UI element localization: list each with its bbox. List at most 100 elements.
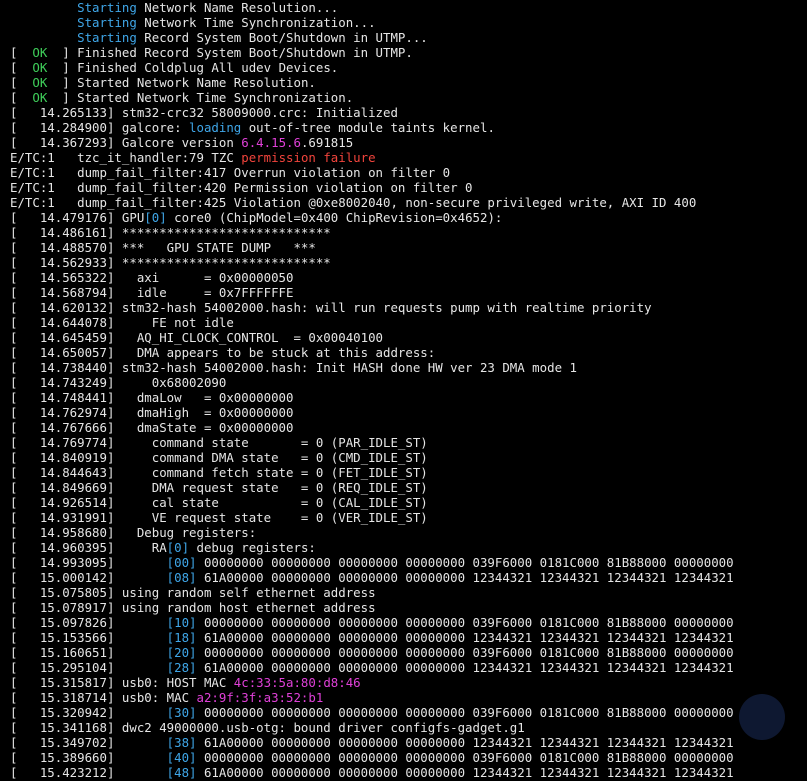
console-text: [ 14.562933] ***************************… xyxy=(10,255,331,270)
console-line: [ 14.284900] galcore: loading out-of-tre… xyxy=(10,120,807,135)
console-text: [ 14.265133] stm32-crc32 58009000.crc: I… xyxy=(10,105,398,120)
console-text: [ 15.000142] xyxy=(10,570,167,585)
console-text: [ 14.767666] dmaState = 0x00000000 xyxy=(10,420,294,435)
console-line: Starting Network Name Resolution... xyxy=(10,0,807,15)
console-text: [ 14.644078] FE not idle xyxy=(10,315,234,330)
console-text: 61A00000 00000000 00000000 00000000 1234… xyxy=(196,765,734,780)
console-text: [ 14.931991] VE request state = 0 (VER_I… xyxy=(10,510,428,525)
console-text: [ 14.993095] xyxy=(10,555,167,570)
console-text: 6.4.15.6 xyxy=(241,135,301,150)
console-text: 61A00000 00000000 00000000 00000000 1234… xyxy=(196,735,734,750)
console-text: [ 14.769774] command state = 0 (PAR_IDLE… xyxy=(10,435,428,450)
console-text: [ xyxy=(10,75,33,90)
console-text: core0 (ChipModel=0x400 ChipRevision=0x46… xyxy=(166,210,503,225)
console-text: [ 14.565322] axi = 0x00000050 xyxy=(10,270,294,285)
console-line: [ OK ] Started Network Name Resolution. xyxy=(10,75,807,90)
console-log: Starting Network Name Resolution... Star… xyxy=(10,0,807,780)
console-text: [ 15.097826] xyxy=(10,615,167,630)
console-line: [ 15.341168] dwc2 49000000.usb-otg: boun… xyxy=(10,720,807,735)
console-text: .691815 xyxy=(300,135,354,150)
console-text: [ 15.315817] usb0: HOST MAC xyxy=(10,675,234,690)
console-line: [ 15.318714] usb0: MAC a2:9f:3f:a3:52:b1 xyxy=(10,690,807,705)
console-text: 00000000 00000000 00000000 00000000 039F… xyxy=(196,705,734,720)
console-text: 00000000 00000000 00000000 00000000 039F… xyxy=(196,645,734,660)
console-text: ] Started Network Time Synchronization. xyxy=(47,90,354,105)
console-text: 00000000 00000000 00000000 00000000 039F… xyxy=(196,555,734,570)
console-line: [ OK ] Finished Coldplug All udev Device… xyxy=(10,60,807,75)
console-text: [38] xyxy=(166,735,197,750)
console-text: out-of-tree module taints kernel. xyxy=(241,120,495,135)
console-line: [ 14.562933] ***************************… xyxy=(10,255,807,270)
console-text: [ 15.320942] xyxy=(10,705,167,720)
console-text: [ 14.958680] Debug registers: xyxy=(10,525,257,540)
console-line: [ 14.486161] ***************************… xyxy=(10,225,807,240)
console-line: [ 15.389660] [40] 00000000 00000000 0000… xyxy=(10,750,807,765)
console-text: [ 14.486161] ***************************… xyxy=(10,225,331,240)
console-text: [0] xyxy=(166,540,190,555)
console-text: [48] xyxy=(166,765,197,780)
console-line: [ 15.153566] [18] 61A00000 00000000 0000… xyxy=(10,630,807,645)
console-line: [ 14.620132] stm32-hash 54002000.hash: w… xyxy=(10,300,807,315)
console-line: [ 15.097826] [10] 00000000 00000000 0000… xyxy=(10,615,807,630)
console-text: [ 15.295104] xyxy=(10,660,167,675)
console-text: [ 14.926514] cal state = 0 (CAL_IDLE_ST) xyxy=(10,495,428,510)
console-text: Network Name Resolution... xyxy=(136,0,339,15)
console-text: [ 14.620132] stm32-hash 54002000.hash: w… xyxy=(10,300,652,315)
console-text: [ xyxy=(10,45,33,60)
console-text: [00] xyxy=(166,555,197,570)
terminal-window[interactable]: Starting Network Name Resolution... Star… xyxy=(0,0,807,781)
console-text: permission failure xyxy=(241,150,376,165)
console-text: OK xyxy=(32,45,48,60)
console-text: Starting xyxy=(77,30,137,45)
console-text: [ 15.160651] xyxy=(10,645,167,660)
console-text: [28] xyxy=(166,660,197,675)
console-text: E/TC:1 dump_fail_filter:417 Overrun viol… xyxy=(10,165,451,180)
console-line: E/TC:1 dump_fail_filter:425 Violation @0… xyxy=(10,195,807,210)
console-text: 61A00000 00000000 00000000 00000000 1234… xyxy=(196,660,734,675)
console-line: [ 14.926514] cal state = 0 (CAL_IDLE_ST) xyxy=(10,495,807,510)
console-text: ] Finished Record System Boot/Shutdown i… xyxy=(47,45,413,60)
console-text: [10] xyxy=(166,615,197,630)
console-line: [ 14.960395] RA[0] debug registers: xyxy=(10,540,807,555)
console-line: [ 15.000142] [08] 61A00000 00000000 0000… xyxy=(10,570,807,585)
console-line: [ 15.160651] [20] 00000000 00000000 0000… xyxy=(10,645,807,660)
console-line: [ 15.349702] [38] 61A00000 00000000 0000… xyxy=(10,735,807,750)
console-text: [ 14.960395] RA xyxy=(10,540,167,555)
console-text: 61A00000 00000000 00000000 00000000 1234… xyxy=(196,570,734,585)
console-line: [ 14.265133] stm32-crc32 58009000.crc: I… xyxy=(10,105,807,120)
console-line: [ 14.958680] Debug registers: xyxy=(10,525,807,540)
console-text: [40] xyxy=(166,750,197,765)
console-text: E/TC:1 dump_fail_filter:420 Permission v… xyxy=(10,180,473,195)
console-text: [ 15.153566] xyxy=(10,630,167,645)
console-text: 00000000 00000000 00000000 00000000 039F… xyxy=(196,750,734,765)
console-text: debug registers: xyxy=(189,540,316,555)
console-line: [ 14.762974] dmaHigh = 0x00000000 xyxy=(10,405,807,420)
console-line: [ 15.295104] [28] 61A00000 00000000 0000… xyxy=(10,660,807,675)
console-line: [ 14.844643] command fetch state = 0 (FE… xyxy=(10,465,807,480)
console-line: [ 15.320942] [30] 00000000 00000000 0000… xyxy=(10,705,807,720)
console-text: 61A00000 00000000 00000000 00000000 1234… xyxy=(196,630,734,645)
console-line: [ 15.078917] using random host ethernet … xyxy=(10,600,807,615)
console-text: [ 14.849669] DMA request state = 0 (REQ_… xyxy=(10,480,428,495)
console-text: [ 14.284900] galcore: xyxy=(10,120,190,135)
console-text: a2:9f:3f:a3:52:b1 xyxy=(196,690,324,705)
console-text: [ 14.488570] *** GPU STATE DUMP *** xyxy=(10,240,316,255)
console-line: [ 14.488570] *** GPU STATE DUMP *** xyxy=(10,240,807,255)
console-line: [ 14.568794] idle = 0x7FFFFFFE xyxy=(10,285,807,300)
console-text: [ xyxy=(10,60,33,75)
console-line: Starting Record System Boot/Shutdown in … xyxy=(10,30,807,45)
console-text: [0] xyxy=(144,210,167,225)
console-line: [ OK ] Started Network Time Synchronizat… xyxy=(10,90,807,105)
console-line: [ 14.367293] Galcore version 6.4.15.6.69… xyxy=(10,135,807,150)
console-text: loading xyxy=(189,120,242,135)
console-text: 00000000 00000000 00000000 00000000 039F… xyxy=(196,615,734,630)
console-text: [ 14.748441] dmaLow = 0x00000000 xyxy=(10,390,294,405)
console-text: [ 14.568794] idle = 0x7FFFFFFE xyxy=(10,285,294,300)
console-text: [ 15.318714] usb0: MAC xyxy=(10,690,197,705)
console-line: [ 14.738440] stm32-hash 54002000.hash: I… xyxy=(10,360,807,375)
console-line: [ 14.650057] DMA appears to be stuck at … xyxy=(10,345,807,360)
console-line: [ 15.075805] using random self ethernet … xyxy=(10,585,807,600)
console-text: [ 14.762974] dmaHigh = 0x00000000 xyxy=(10,405,294,420)
